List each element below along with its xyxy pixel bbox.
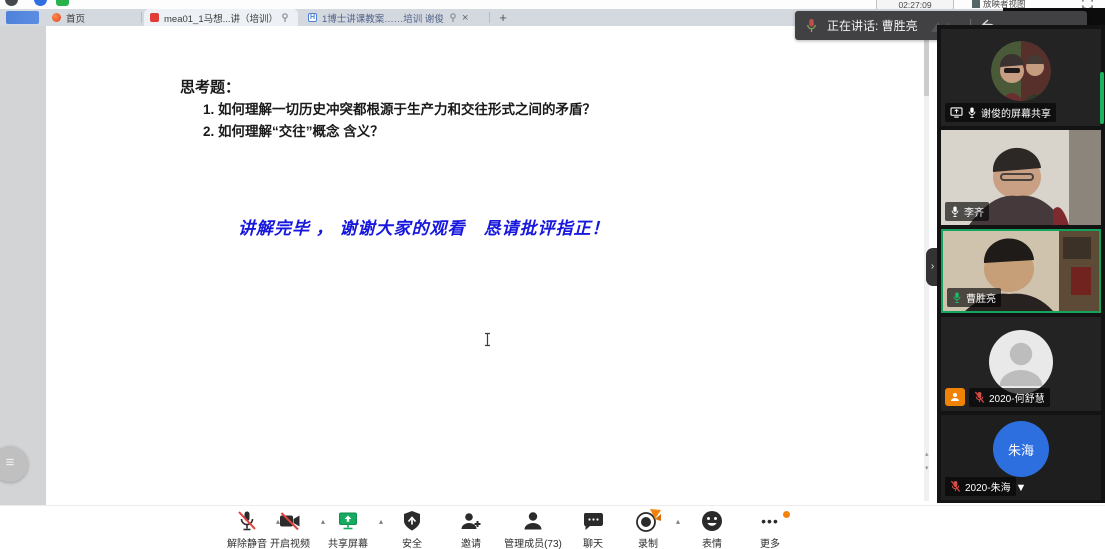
meeting-window: 02:27:09 放映者视图 首页 mea01_1马想...讲（培训）.pdf … [0, 0, 1105, 549]
mic-muted-icon [235, 509, 259, 533]
speaking-mic-icon [805, 18, 818, 34]
tab-close-icon[interactable]: × [462, 12, 468, 24]
participant-name-pill: 李齐 [945, 202, 989, 221]
participant-tile-caoshengliang[interactable]: 曹胜亮 [941, 229, 1101, 313]
dock-app-icon-3[interactable] [56, 0, 69, 6]
shield-icon [400, 509, 424, 533]
doc-closing-line: 讲解完毕 ， 谢谢大家的观看 恳请批评指正！ [238, 214, 609, 239]
panel-scrollbar-thumb[interactable] [1100, 72, 1104, 124]
pinned-tab-fragment[interactable] [6, 11, 39, 24]
security-button[interactable]: 安全 [392, 509, 432, 549]
record-button[interactable]: 录制 [628, 509, 668, 549]
unmute-button[interactable]: 解除静音 [223, 509, 271, 549]
mic-speaking-icon [952, 291, 962, 304]
invite-button[interactable]: 邀请 [451, 509, 491, 549]
record-options-caret[interactable]: ▴ [676, 517, 680, 526]
shared-screen-document: 思考题： 1. 如何理解一切历史冲突都根源于生产力和交往形式之间的矛盾？ 2. … [46, 26, 930, 505]
pdf-favicon [150, 13, 159, 22]
member-role-badge [945, 388, 965, 406]
avatar-photo-pair [991, 41, 1051, 101]
manage-members-button[interactable]: 管理成员(73) [498, 509, 568, 549]
floating-menu-button[interactable]: ≡ [0, 446, 28, 482]
participant-tile-heshuhui[interactable]: 2020-何舒慧 [941, 317, 1101, 411]
doc-heading: 思考题： [180, 76, 240, 97]
speaking-label: 正在讲话: 曹胜亮 [827, 17, 918, 34]
start-video-button[interactable]: 开启视频 [266, 509, 314, 549]
mic-muted-icon [974, 391, 985, 404]
avatar-initials: 朱海 [993, 421, 1049, 477]
new-tab-button[interactable]: + [492, 9, 514, 26]
camera-off-icon [277, 509, 303, 533]
scroll-down-arrow[interactable]: ▾ [925, 464, 929, 472]
text-cursor [483, 332, 492, 347]
doc-favicon: H [308, 13, 317, 22]
share-options-caret[interactable]: ▴ [379, 517, 383, 526]
doc-question-2: 2. 如何理解“交往”概念 含义？ [203, 120, 384, 140]
notification-dot [783, 511, 790, 518]
avatar-placeholder [989, 330, 1053, 394]
screen-share-icon [950, 107, 963, 118]
participant-name-pill: 2020-何舒慧 [969, 388, 1050, 407]
record-icon [633, 509, 663, 533]
participant-tile-liqi[interactable]: 李齐 [941, 130, 1101, 225]
person-add-icon [459, 509, 483, 533]
tab-home[interactable]: 首页 [46, 9, 140, 26]
scroll-up-arrow[interactable]: ▴ [925, 450, 929, 458]
meeting-toolbar: 解除静音 ▴ 开启视频 ▴ 共享屏幕 ▴ [0, 505, 1105, 549]
pin-icon[interactable] [449, 13, 457, 22]
chat-button[interactable]: 聊天 [573, 509, 613, 549]
tab-doc[interactable]: H 1博士讲课教案……培训 谢俊 × [302, 9, 486, 26]
tab-pdf-active[interactable]: mea01_1马想...讲（培训）.pdf [144, 9, 298, 26]
participant-name-pill: 曹胜亮 [947, 288, 1001, 307]
participant-name-pill: 谢俊的屏幕共享 [945, 103, 1056, 122]
participants-scroll-down[interactable]: ▼ [937, 482, 1105, 494]
view-mode-icon [972, 0, 980, 8]
tab-home-favicon [52, 13, 61, 22]
more-button[interactable]: ••• 更多 [750, 509, 790, 549]
participants-panel: 谢俊的屏幕共享 李齐 [937, 25, 1105, 503]
share-screen-button[interactable]: 共享屏幕 [324, 509, 372, 549]
dock-app-icon-2[interactable] [34, 0, 47, 6]
chat-bubble-icon [581, 509, 605, 533]
doc-question-1: 1. 如何理解一切历史冲突都根源于生产力和交往形式之间的矛盾？ [203, 98, 596, 118]
screen-share-icon [336, 509, 360, 533]
emoji-button[interactable]: 表情 [692, 509, 732, 549]
participant-tile-xiejun[interactable]: 谢俊的屏幕共享 [941, 29, 1101, 126]
mic-on-icon [950, 205, 960, 218]
pin-icon[interactable] [281, 13, 289, 22]
left-edge-strip: ≡ [0, 26, 46, 505]
scrollbar-thumb[interactable] [924, 38, 929, 96]
mic-on-icon [967, 106, 977, 119]
people-icon [521, 509, 545, 533]
system-top-strip: 02:27:09 放映者视图 [0, 0, 1105, 9]
dock-app-icon-1[interactable] [5, 0, 18, 6]
smiley-icon [700, 509, 724, 533]
